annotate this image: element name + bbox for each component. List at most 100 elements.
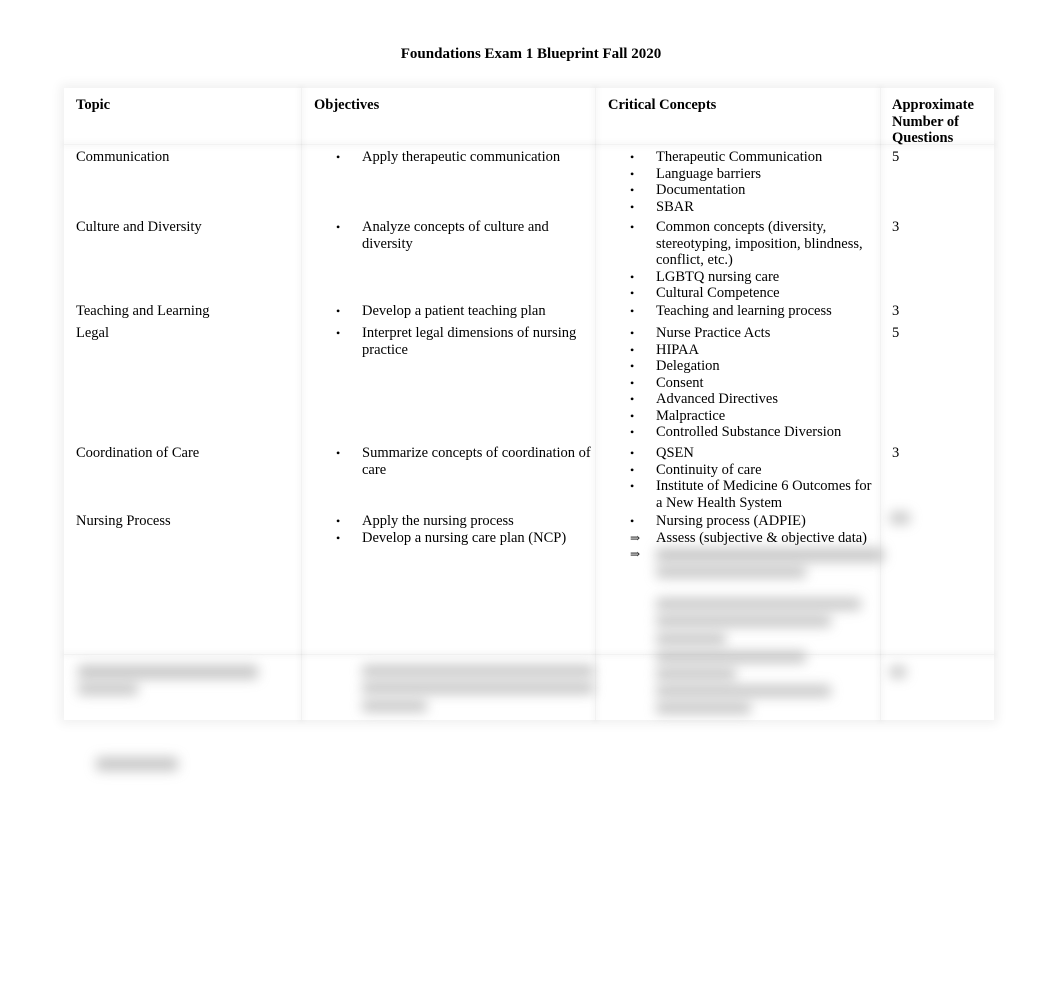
objective-text: Develop a nursing care plan (NCP) — [362, 529, 567, 546]
arrow-icon: ⇒ — [630, 530, 641, 545]
blueprint-table: Topic Objectives Critical Concepts Appro… — [64, 88, 994, 720]
bullet-icon: • — [630, 514, 635, 528]
objective-item: • Develop a patient teaching plan — [314, 303, 594, 320]
objective-item: • Develop a nursing care plan (NCP) — [314, 530, 594, 547]
obscured-text — [656, 685, 831, 697]
concept-text: Delegation — [656, 358, 720, 374]
objective-item: • Summarize concepts of coordination of c… — [314, 445, 594, 478]
header-topic: Topic — [76, 97, 111, 113]
obscured-text — [656, 615, 831, 627]
bullet-icon: • — [630, 183, 635, 197]
obscured-text — [78, 683, 138, 695]
row-concepts-list: • Nurse Practice Acts • HIPAA • Delegation • Co… — [608, 325, 880, 441]
row-question-count: 3 — [892, 219, 900, 235]
concept-item: • SBAR — [608, 199, 880, 216]
bullet-icon: • — [336, 446, 341, 460]
concept-item: • Cultural Competence — [608, 285, 880, 302]
concept-item: • Language barriers — [608, 166, 880, 183]
bullet-icon: • — [630, 304, 635, 318]
concept-item: • Advanced Directives — [608, 391, 880, 408]
concept-text: Advanced Directives — [656, 391, 778, 407]
obscured-text — [656, 702, 751, 714]
concept-item-obscured: ⇒ — [608, 546, 880, 563]
obscured-text — [656, 566, 806, 578]
obscured-text — [890, 666, 906, 678]
obscured-text — [656, 651, 806, 663]
row-topic: Nursing Process — [76, 513, 171, 529]
objective-item: • Analyze concepts of culture and diversi… — [314, 219, 594, 252]
row-concepts-list: • QSEN • Continuity of care • Institute of Me… — [608, 445, 880, 511]
row-question-count: 3 — [892, 445, 900, 461]
concept-item: • Therapeutic Communication — [608, 149, 880, 166]
concept-item: • Delegation — [608, 358, 880, 375]
concept-item: • QSEN — [608, 445, 880, 462]
concept-text: Nursing process (ADPIE) — [656, 513, 806, 529]
obscured-text — [656, 633, 726, 645]
column-divider — [301, 88, 302, 720]
obscured-footer-text — [96, 757, 178, 771]
bullet-icon: • — [630, 375, 635, 390]
row-question-count: 3 — [892, 303, 900, 319]
objective-text: Develop a patient teaching plan — [362, 303, 546, 319]
row-objectives-list: • Summarize concepts of coordination of c… — [314, 445, 594, 478]
row-objectives-list: • Apply the nursing process • Develop a nur… — [314, 513, 594, 546]
row-topic: Culture and Diversity — [76, 219, 202, 235]
concept-text: Therapeutic Communication — [656, 149, 823, 165]
row-topic: Coordination of Care — [76, 445, 200, 461]
row-topic: Teaching and Learning — [76, 303, 210, 319]
bullet-icon: • — [336, 150, 341, 164]
row-divider — [64, 654, 994, 655]
objective-item: • Apply therapeutic communication — [314, 149, 594, 166]
bullet-icon: • — [336, 514, 341, 528]
row-concepts-list: • Common concepts (diversity, stereotypin… — [608, 219, 880, 302]
arrow-icon: ⇒ — [630, 547, 641, 561]
bullet-icon: • — [630, 220, 635, 234]
bullet-icon: • — [630, 199, 635, 214]
obscured-text — [890, 512, 910, 524]
concept-text: Continuity of care — [656, 461, 762, 478]
obscured-text — [362, 665, 594, 677]
concept-text: SBAR — [656, 198, 694, 215]
bullet-icon: • — [630, 269, 635, 284]
column-divider — [880, 88, 881, 720]
row-objectives-list: • Apply therapeutic communication — [314, 149, 594, 166]
concept-item: • Consent — [608, 375, 880, 392]
concept-text: Teaching and learning process — [656, 303, 832, 319]
concept-text: Nurse Practice Acts — [656, 325, 771, 341]
row-divider — [64, 144, 994, 145]
concept-text: Institute of Medicine 6 Outcomes for a N… — [656, 478, 872, 511]
bullet-icon: • — [630, 462, 635, 477]
concept-item: ⇒ Assess (subjective & objective data) — [608, 530, 880, 547]
document-title: Foundations Exam 1 Blueprint Fall 2020 — [400, 46, 662, 62]
obscured-text — [78, 665, 258, 679]
bullet-icon: • — [630, 326, 635, 340]
bullet-icon: • — [336, 326, 341, 340]
bullet-icon: • — [630, 446, 635, 460]
row-objectives-list: • Analyze concepts of culture and diversi… — [314, 219, 594, 252]
bullet-icon: • — [336, 304, 341, 318]
header-objectives: Objectives — [314, 97, 380, 113]
concept-text: Common concepts (diversity, stereotyping… — [656, 219, 863, 268]
obscured-text — [362, 682, 594, 694]
bullet-icon: • — [336, 530, 341, 545]
bullet-icon: • — [630, 166, 635, 181]
bullet-icon: • — [630, 150, 635, 164]
bullet-icon: • — [630, 408, 635, 423]
bullet-icon: • — [630, 286, 635, 300]
header-question-count: Approximate Number of Questions — [892, 97, 974, 146]
concept-item: • LGBTQ nursing care — [608, 269, 880, 286]
row-question-count: 5 — [892, 149, 900, 165]
concept-text: Documentation — [656, 182, 746, 198]
concept-text: Controlled Substance Diversion — [656, 424, 842, 440]
concept-item: • Institute of Medicine 6 Outcomes for a … — [608, 478, 880, 511]
obscured-text — [656, 598, 861, 610]
objective-text: Summarize concepts of coordination of ca… — [362, 445, 591, 478]
bullet-icon: • — [630, 359, 635, 373]
objective-text: Analyze concepts of culture and diversit… — [362, 219, 549, 252]
objective-text: Apply the nursing process — [362, 513, 514, 529]
bullet-icon: • — [336, 220, 341, 234]
concept-text: LGBTQ nursing care — [656, 268, 780, 285]
objective-item: • Apply the nursing process — [314, 513, 594, 530]
concept-item: • Continuity of care — [608, 462, 880, 479]
row-objectives-list: • Develop a patient teaching plan — [314, 303, 594, 320]
